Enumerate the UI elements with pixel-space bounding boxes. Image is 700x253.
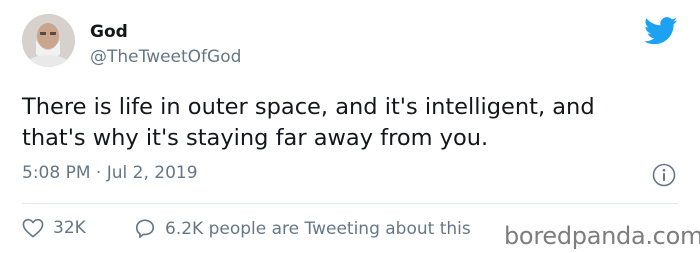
watermark: boredpanda.com	[504, 222, 700, 250]
tweet-card: God @TheTweetOfGod There is life in oute…	[0, 0, 700, 253]
like-action[interactable]: 32K	[22, 218, 86, 238]
conversation-text: 6.2K people are Tweeting about this	[165, 218, 471, 239]
author-name[interactable]: God	[90, 22, 128, 42]
divider	[22, 203, 678, 204]
tweet-text: There is life in outer space, and it's i…	[22, 94, 595, 151]
info-icon[interactable]	[652, 163, 676, 187]
avatar-image	[22, 14, 75, 67]
twitter-bird-icon[interactable]	[644, 17, 678, 45]
avatar[interactable]	[22, 14, 75, 67]
speech-bubble-icon	[135, 219, 155, 238]
author-handle[interactable]: @TheTweetOfGod	[90, 47, 241, 67]
heart-icon	[22, 218, 44, 238]
tweet-timestamp[interactable]: 5:08 PM · Jul 2, 2019	[22, 163, 198, 183]
conversation-action[interactable]: 6.2K people are Tweeting about this	[134, 218, 471, 239]
like-count: 32K	[53, 218, 86, 238]
